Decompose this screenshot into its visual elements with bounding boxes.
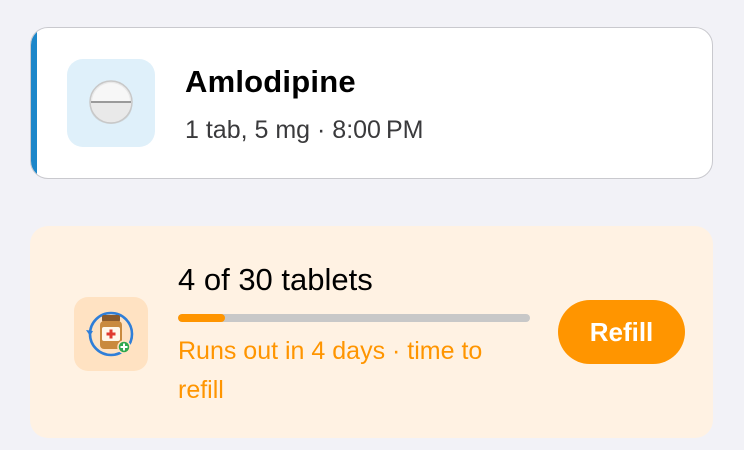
tablet-count: 4 of 30 tablets bbox=[178, 262, 373, 297]
supply-progress-bar bbox=[178, 314, 530, 322]
refill-status-text: Runs out in 4 days · time to refill bbox=[178, 337, 483, 404]
supply-progress-fill bbox=[178, 314, 225, 322]
medication-name: Amlodipine bbox=[185, 64, 356, 99]
medication-accent-bar bbox=[31, 28, 37, 178]
medication-dose-schedule: 1 tab, 5 mg · 8:00 PM bbox=[185, 116, 424, 144]
medication-card[interactable]: Amlodipine 1 tab, 5 mg · 8:00 PM bbox=[30, 27, 713, 179]
refill-card: 4 of 30 tablets Runs out in 4 days · tim… bbox=[30, 226, 713, 438]
pill-icon-tile bbox=[67, 59, 155, 147]
pill-bottle-refill-icon bbox=[86, 311, 134, 357]
pill-icon bbox=[89, 80, 133, 124]
refill-button[interactable]: Refill bbox=[558, 300, 685, 364]
pill-bottle-icon-tile bbox=[74, 297, 148, 371]
